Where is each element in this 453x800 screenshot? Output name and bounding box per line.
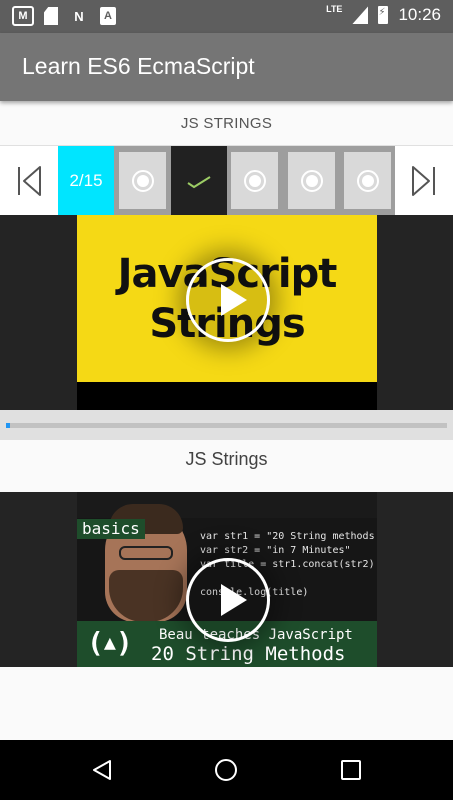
video-player[interactable]: basics var str1 = "20 String methods " va… bbox=[0, 492, 453, 667]
step-indicator[interactable] bbox=[231, 152, 278, 209]
n-icon: N bbox=[74, 8, 84, 24]
code-line: var str2 = "in 7 Minutes" bbox=[200, 545, 351, 556]
gmail-icon: M bbox=[12, 6, 34, 26]
radio-icon bbox=[131, 169, 154, 192]
battery-charging-icon bbox=[378, 6, 389, 24]
radio-icon bbox=[243, 169, 266, 192]
progress-fill bbox=[6, 423, 11, 428]
sd-card-icon bbox=[44, 7, 58, 25]
recents-square-icon bbox=[341, 760, 361, 780]
notification-icons: M N A bbox=[12, 6, 116, 26]
network-type: LTE bbox=[326, 4, 343, 14]
play-button-icon[interactable] bbox=[186, 258, 270, 342]
clock: 10:26 bbox=[398, 5, 441, 24]
app-title: Learn ES6 EcmaScript bbox=[22, 53, 255, 79]
step-indicators bbox=[114, 146, 395, 215]
video-player[interactable]: JavaScript Strings bbox=[0, 215, 453, 410]
radio-icon bbox=[300, 169, 323, 192]
status-bar: M N A LTE 10:26 bbox=[0, 0, 453, 33]
step-counter: 2/15 bbox=[58, 146, 114, 215]
basics-badge: basics bbox=[77, 519, 145, 539]
progress-track[interactable] bbox=[6, 423, 447, 428]
play-button-icon[interactable] bbox=[186, 558, 270, 642]
step-indicator-current[interactable] bbox=[171, 146, 227, 215]
step-backward-icon bbox=[18, 165, 41, 196]
step-indicator[interactable] bbox=[288, 152, 335, 209]
next-button[interactable] bbox=[395, 146, 453, 215]
step-indicator[interactable] bbox=[344, 152, 391, 209]
step-forward-icon bbox=[412, 165, 435, 196]
system-icons: LTE 10:26 bbox=[326, 4, 441, 25]
step-indicator[interactable] bbox=[119, 152, 166, 209]
freecodecamp-logo-icon: (▲) bbox=[87, 626, 133, 659]
radio-icon bbox=[356, 169, 379, 192]
previous-button[interactable] bbox=[0, 146, 58, 215]
video-progress bbox=[0, 410, 453, 440]
banner-line2: 20 String Methods bbox=[151, 643, 346, 665]
content-area bbox=[0, 667, 453, 740]
back-button[interactable] bbox=[88, 756, 116, 784]
video-title: JS Strings bbox=[0, 440, 453, 492]
section-header: JS STRINGS bbox=[0, 101, 453, 146]
home-circle-icon bbox=[215, 759, 237, 781]
recents-button[interactable] bbox=[337, 756, 365, 784]
system-nav-bar bbox=[0, 740, 453, 800]
check-icon bbox=[187, 175, 211, 188]
signal-icon bbox=[352, 6, 369, 24]
app-bar: Learn ES6 EcmaScript bbox=[0, 33, 453, 101]
lesson-stepper: 2/15 bbox=[0, 146, 453, 215]
a-icon: A bbox=[100, 7, 116, 25]
home-button[interactable] bbox=[212, 756, 240, 784]
back-triangle-icon bbox=[93, 760, 111, 780]
code-line: var str1 = "20 String methods " bbox=[200, 531, 377, 542]
